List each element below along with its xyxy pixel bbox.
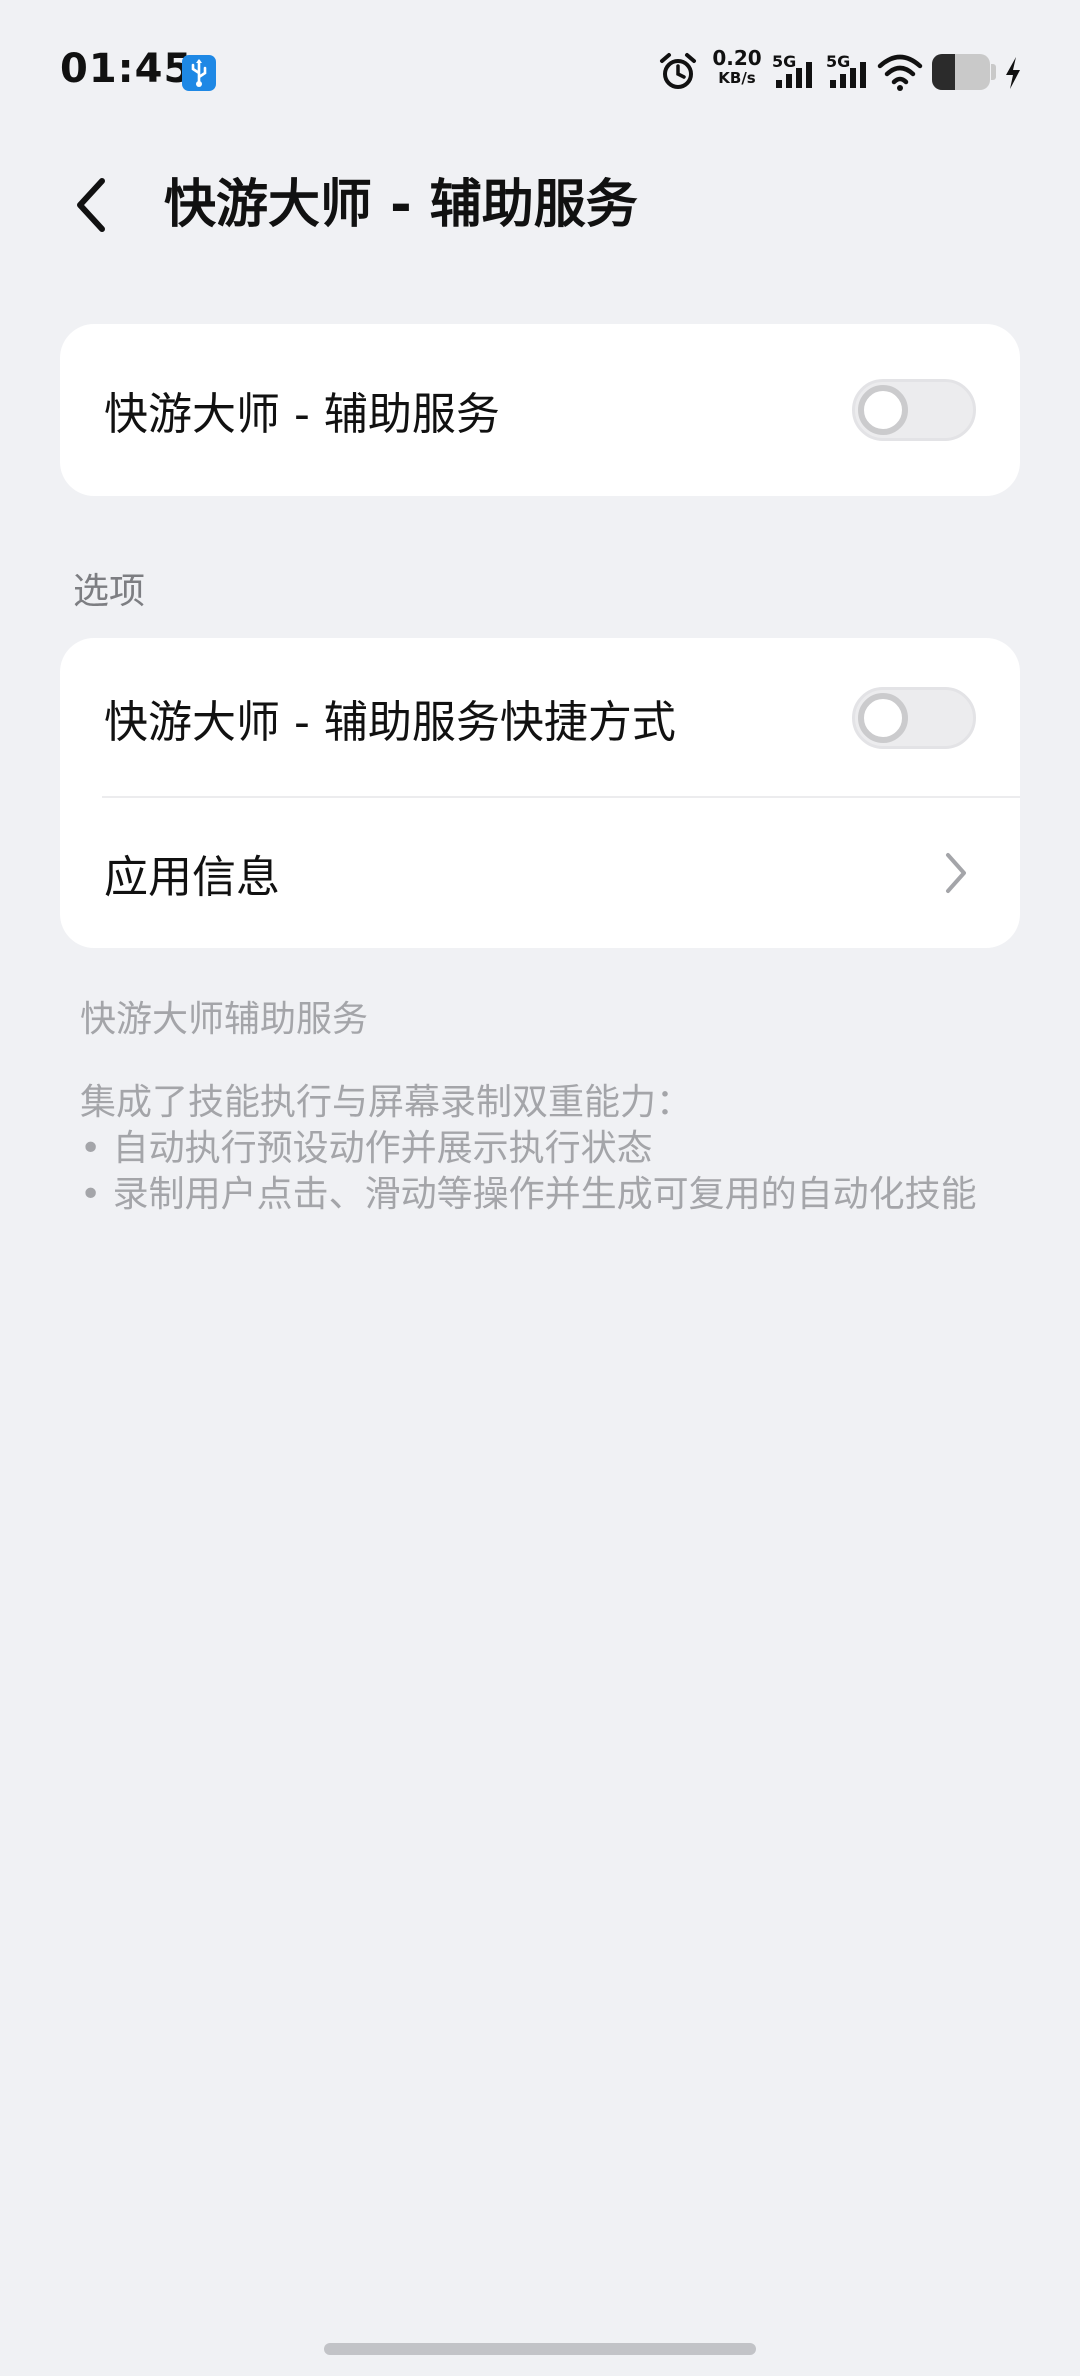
back-button[interactable]	[60, 170, 120, 240]
battery-icon	[932, 54, 990, 90]
home-indicator[interactable]	[324, 2343, 756, 2355]
usb-debug-icon	[182, 55, 216, 91]
page-title: 快游大师 - 辅助服务	[164, 175, 638, 235]
alarm-icon	[658, 52, 698, 96]
description-line: • 录制用户点击、滑动等操作并生成可复用的自动化技能	[80, 1174, 977, 1215]
shortcut-label: 快游大师 - 辅助服务快捷方式	[104, 697, 676, 748]
shortcut-row[interactable]: 快游大师 - 辅助服务快捷方式	[60, 638, 1020, 798]
options-card: 快游大师 - 辅助服务快捷方式 应用信息	[60, 638, 1020, 948]
network-speed: 0.20 KB/s	[712, 46, 762, 87]
app-info-row[interactable]: 应用信息	[60, 798, 1020, 948]
section-label-options: 选项	[73, 571, 146, 612]
signal-icon: 5G	[772, 52, 818, 92]
main-toggle-row[interactable]: 快游大师 - 辅助服务	[60, 324, 1020, 496]
battery-level	[932, 54, 956, 90]
charging-icon	[1003, 56, 1023, 94]
description-title: 快游大师辅助服务	[80, 999, 369, 1040]
description-line: 集成了技能执行与屏幕录制双重能力：	[80, 1082, 693, 1123]
main-toggle-label: 快游大师 - 辅助服务	[104, 389, 500, 440]
status-time: 01:45	[60, 46, 193, 92]
toggle-knob	[858, 693, 908, 743]
shortcut-toggle[interactable]	[852, 687, 976, 749]
wifi-icon	[877, 52, 923, 96]
chevron-right-icon	[936, 843, 976, 903]
description-line: • 自动执行预设动作并展示执行状态	[80, 1128, 653, 1169]
signal-icon-2: 5G	[826, 52, 872, 92]
battery-tip	[991, 64, 996, 80]
status-bar: 01:45 0.20 KB/s 5G 5G	[0, 0, 1080, 140]
description-body: 集成了技能执行与屏幕录制双重能力： • 自动执行预设动作并展示执行状态 • 录制…	[80, 1080, 980, 1218]
back-arrow-icon	[77, 178, 105, 232]
main-toggle-card: 快游大师 - 辅助服务	[60, 324, 1020, 496]
app-info-label: 应用信息	[104, 852, 280, 903]
main-service-toggle[interactable]	[852, 379, 976, 441]
toggle-knob	[858, 385, 908, 435]
